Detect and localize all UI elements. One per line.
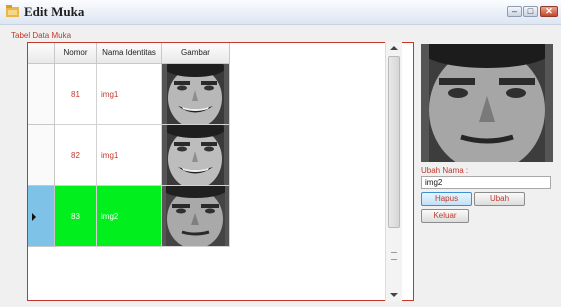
rename-input[interactable] xyxy=(421,176,551,189)
column-header-nomor[interactable]: Nomor xyxy=(55,43,97,64)
window-title: Edit Muka xyxy=(24,4,85,19)
table-row-2-nama[interactable]: img1 xyxy=(97,125,162,186)
face-smiling-icon xyxy=(162,64,229,124)
column-header-gambar[interactable]: Gambar xyxy=(162,43,230,64)
scroll-down-icon[interactable] xyxy=(390,293,398,297)
table-row-1-gambar[interactable] xyxy=(162,64,230,125)
group-label: Tabel Data Muka xyxy=(9,31,74,40)
row-header[interactable] xyxy=(28,125,55,186)
title-bar[interactable]: Edit Muka – □ ✕ xyxy=(0,0,561,25)
table-row-2-gambar[interactable] xyxy=(162,125,230,186)
app-icon xyxy=(6,5,19,17)
maximize-button[interactable]: □ xyxy=(523,6,538,17)
scroll-grip-icon xyxy=(391,252,397,260)
close-icon: ✕ xyxy=(545,6,553,16)
face-neutral-icon xyxy=(162,186,229,246)
minimize-icon: – xyxy=(511,6,517,16)
face-data-grid[interactable]: Nomor Nama Identitas Gambar 81 img1 82 i… xyxy=(27,42,414,301)
close-button[interactable]: ✕ xyxy=(540,6,558,17)
minimize-button[interactable]: – xyxy=(507,6,522,17)
scroll-up-icon[interactable] xyxy=(390,46,398,50)
table-row-3-nomor[interactable]: 83 xyxy=(55,186,97,247)
face-smiling-icon xyxy=(162,125,229,185)
face-preview-icon xyxy=(421,44,553,162)
exit-button[interactable]: Keluar xyxy=(421,209,469,223)
table-row-3-nama[interactable]: img2 xyxy=(97,186,162,247)
scroll-thumb[interactable] xyxy=(388,56,400,228)
table-row-2-nomor[interactable]: 82 xyxy=(55,125,97,186)
edit-muka-window: Edit Muka – □ ✕ Tabel Data Muka Nomor Na… xyxy=(0,0,561,307)
maximize-icon: □ xyxy=(527,6,534,16)
row-header[interactable] xyxy=(28,64,55,125)
current-row-arrow-icon xyxy=(32,213,36,221)
rename-label: Ubah Nama : xyxy=(421,166,469,175)
table-row-1-nomor[interactable]: 81 xyxy=(55,64,97,125)
grid-vertical-scrollbar[interactable] xyxy=(385,42,402,301)
update-button[interactable]: Ubah xyxy=(474,192,525,206)
table-row-1-nama[interactable]: img1 xyxy=(97,64,162,125)
face-preview-image xyxy=(421,44,553,162)
column-header-nama-identitas[interactable]: Nama Identitas xyxy=(97,43,162,64)
delete-button[interactable]: Hapus xyxy=(421,192,472,206)
row-header-selected[interactable] xyxy=(28,186,55,247)
table-row-3-gambar[interactable] xyxy=(162,186,230,247)
grid-corner-header xyxy=(28,43,55,64)
